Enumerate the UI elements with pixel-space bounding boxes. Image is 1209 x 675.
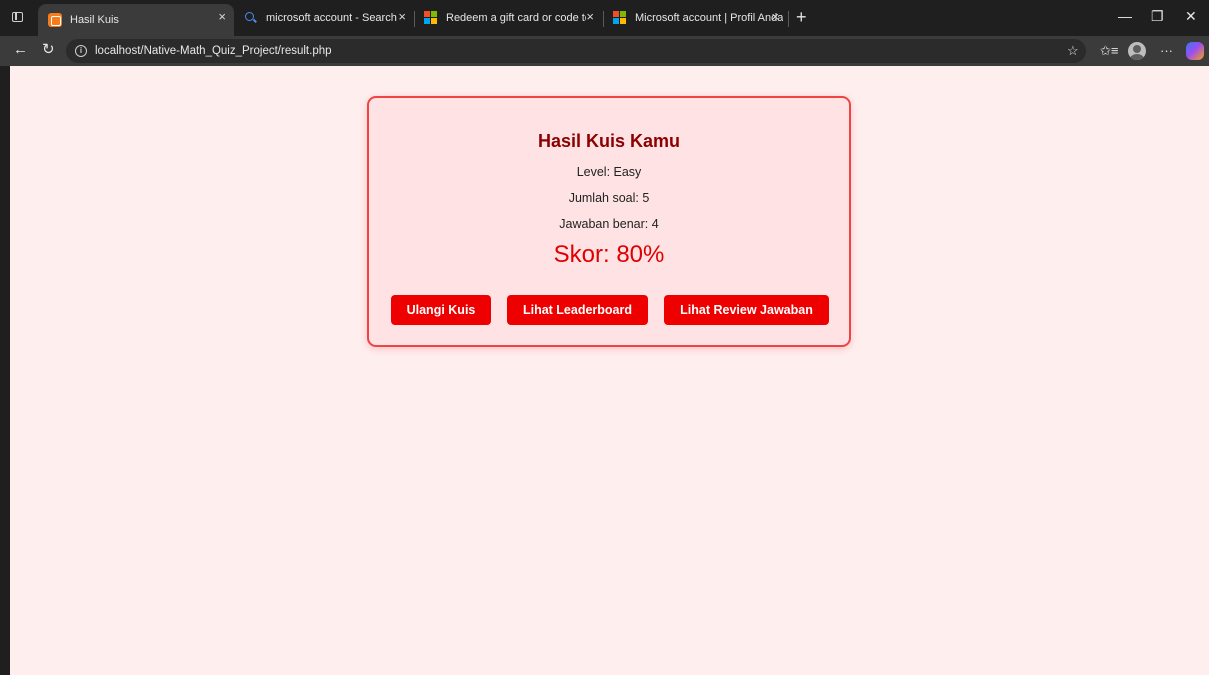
search-icon — [244, 11, 258, 25]
address-bar[interactable]: i localhost/Native-Math_Quiz_Project/res… — [66, 39, 1086, 63]
view-leaderboard-button[interactable]: Lihat Leaderboard — [507, 295, 648, 325]
tab-redeem-gift-card[interactable]: Redeem a gift card or code to yo × — [414, 4, 602, 32]
close-icon[interactable]: × — [398, 9, 406, 25]
tab-hasil-kuis[interactable]: Hasil Kuis × — [38, 4, 234, 36]
tab-microsoft-profile[interactable]: Microsoft account | Profil Anda × — [603, 4, 787, 32]
view-answer-review-button[interactable]: Lihat Review Jawaban — [664, 295, 829, 325]
info-icon[interactable]: i — [75, 45, 87, 57]
profile-avatar[interactable] — [1128, 42, 1146, 60]
refresh-button[interactable]: ↻ — [42, 42, 55, 58]
close-window-button[interactable]: ✕ — [1185, 8, 1197, 25]
page-viewport: Hasil Kuis Kamu Level: Easy Jumlah soal:… — [10, 66, 1209, 675]
minimize-button[interactable]: — — [1118, 8, 1132, 24]
collections-icon[interactable]: ✩≡ — [1100, 43, 1118, 59]
result-card: Hasil Kuis Kamu Level: Easy Jumlah soal:… — [367, 96, 851, 347]
tab-separator — [788, 11, 789, 27]
microsoft-icon — [424, 11, 438, 25]
close-icon[interactable]: × — [771, 9, 779, 25]
maximize-button[interactable]: ❐ — [1151, 8, 1164, 25]
close-icon[interactable]: × — [218, 9, 226, 25]
more-options-icon[interactable]: ··· — [1160, 43, 1173, 59]
tab-title: Microsoft account | Profil Anda — [635, 12, 784, 24]
url-text: localhost/Native-Math_Quiz_Project/resul… — [95, 45, 332, 57]
microsoft-icon — [613, 11, 627, 25]
close-icon[interactable]: × — [586, 9, 594, 25]
favorite-star-icon[interactable]: ☆ — [1067, 43, 1079, 59]
xampp-icon — [48, 13, 62, 27]
tab-actions-icon[interactable] — [10, 9, 26, 25]
tab-title: Redeem a gift card or code to yo — [446, 12, 586, 24]
tab-strip: Hasil Kuis × microsoft account - Search … — [0, 0, 1209, 36]
score-text: Skor: 80% — [553, 241, 665, 268]
correct-answers-text: Jawaban benar: 4 — [559, 217, 659, 231]
back-button[interactable]: ← — [13, 42, 28, 58]
retry-quiz-button[interactable]: Ulangi Kuis — [391, 295, 491, 325]
browser-toolbar: ← ↻ i localhost/Native-Math_Quiz_Project… — [0, 36, 1209, 66]
result-title: Hasil Kuis Kamu — [537, 131, 681, 151]
level-text: Level: Easy — [576, 165, 642, 179]
new-tab-button[interactable]: + — [796, 7, 807, 28]
tab-microsoft-search[interactable]: microsoft account - Search × — [234, 4, 414, 32]
copilot-icon[interactable] — [1186, 42, 1204, 60]
tab-title: microsoft account - Search — [266, 12, 397, 24]
question-count-text: Jumlah soal: 5 — [568, 191, 650, 205]
tab-title: Hasil Kuis — [70, 14, 119, 26]
